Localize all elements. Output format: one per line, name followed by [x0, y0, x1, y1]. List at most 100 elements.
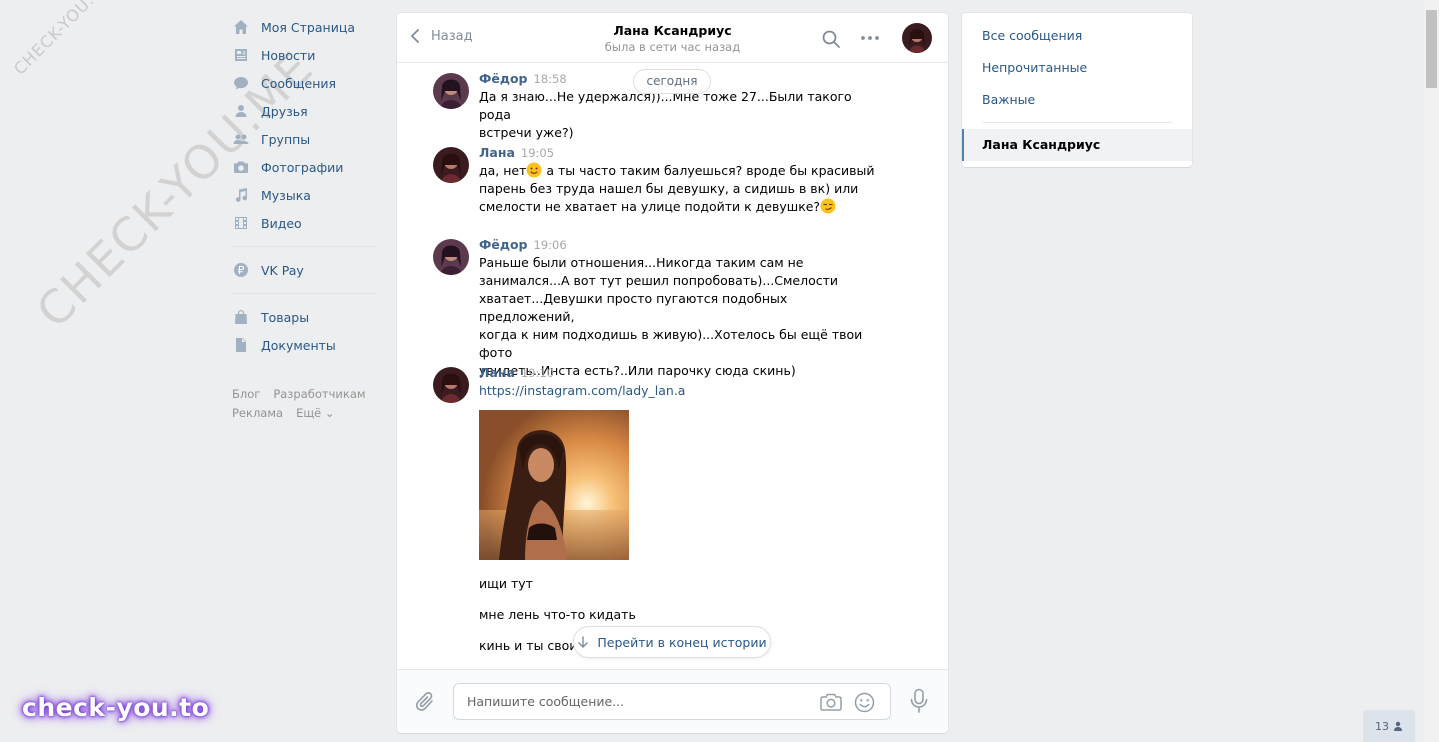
- scroll-to-end-label: Перейти в конец истории: [597, 634, 767, 650]
- message-item: Лана 19:05 да, нет а ты часто таким балуе…: [433, 145, 893, 225]
- smile-icon[interactable]: [854, 692, 875, 713]
- scroll-to-end-button[interactable]: Перейти в конец истории: [573, 626, 771, 658]
- bag-icon: [232, 309, 249, 326]
- message-photo[interactable]: [479, 410, 629, 560]
- news-icon: [232, 47, 249, 64]
- menu-divider: [232, 246, 375, 247]
- avatar[interactable]: [433, 73, 469, 109]
- footer-link-developers[interactable]: Разработчикам: [273, 387, 365, 401]
- music-icon: [232, 187, 249, 204]
- filter-all-messages[interactable]: Все сообщения: [982, 28, 1082, 43]
- message-line: смелости не хватает на улице подойти к д…: [479, 198, 879, 216]
- message-time[interactable]: 19:10: [521, 366, 554, 380]
- menu-label: Сообщения: [261, 75, 337, 91]
- message-text: Раньше были отношения...Никогда таким са…: [479, 254, 879, 380]
- active-conversation-label: Лана Ксандриус: [982, 137, 1101, 152]
- message-link[interactable]: https://instagram.com/lady_lan.a: [479, 382, 879, 400]
- scrollbar-thumb[interactable]: [1426, 10, 1437, 88]
- menu-item-vk-pay[interactable]: VK Pay: [230, 256, 376, 284]
- filter-important[interactable]: Важные: [982, 92, 1035, 107]
- filter-unread[interactable]: Непрочитанные: [982, 60, 1087, 75]
- message-time[interactable]: 18:58: [534, 72, 567, 86]
- left-menu: Моя Страница Новости Сообщения Друзья Гр…: [230, 13, 376, 423]
- online-friends-counter[interactable]: 13: [1363, 710, 1415, 742]
- menu-label: Новости: [261, 47, 316, 63]
- menu-label: Фотографии: [261, 159, 344, 175]
- camera-icon: [232, 159, 249, 176]
- menu-label: Видео: [261, 215, 302, 231]
- message-line: парень без труда нашел бы девушку, а сид…: [479, 181, 859, 196]
- menu-label: Друзья: [261, 103, 308, 119]
- avatar[interactable]: [433, 147, 469, 183]
- camera-icon[interactable]: [820, 692, 842, 712]
- message-fragment: а ты часто таким балуешься? вроде бы кра…: [542, 163, 875, 178]
- menu-item-messages[interactable]: Сообщения: [230, 69, 376, 97]
- person-icon: [1394, 721, 1402, 731]
- message-author[interactable]: Лана: [479, 145, 515, 160]
- menu-item-my-page[interactable]: Моя Страница: [230, 13, 376, 41]
- avatar[interactable]: [902, 23, 932, 53]
- paperclip-icon[interactable]: [415, 690, 437, 714]
- menu-label: Группы: [261, 131, 311, 147]
- panel-divider: [982, 122, 1172, 123]
- menu-item-friends[interactable]: Друзья: [230, 97, 376, 125]
- message-item: Лана 19:10 https://instagram.com/lady_lan…: [433, 365, 893, 665]
- menu-item-groups[interactable]: Группы: [230, 125, 376, 153]
- message-author[interactable]: Лана: [479, 365, 515, 380]
- message-composer: [397, 669, 948, 733]
- message-line: занимался...А вот тут решил попробовать)…: [479, 273, 839, 288]
- menu-item-music[interactable]: Музыка: [230, 181, 376, 209]
- menu-item-documents[interactable]: Документы: [230, 331, 376, 359]
- document-icon: [232, 337, 249, 354]
- smirking-emoji-icon: [820, 198, 836, 214]
- message-text: Да я знаю...Не удержался))...Мне тоже 27…: [479, 88, 879, 142]
- message-time[interactable]: 19:05: [521, 146, 554, 160]
- message-fragment: смелости не хватает на улице подойти к д…: [479, 199, 821, 214]
- home-icon: [232, 19, 249, 36]
- friends-icon: [232, 103, 249, 120]
- menu-item-goods[interactable]: Товары: [230, 303, 376, 331]
- message-input-box: [453, 683, 891, 720]
- chat-header: Назад Лана Ксандриус была в сети час наз…: [397, 13, 948, 63]
- smiling-emoji-icon: [526, 162, 542, 178]
- footer-link-ads[interactable]: Реклама: [232, 406, 283, 420]
- avatar[interactable]: [433, 367, 469, 403]
- chat-title-text[interactable]: Лана Ксандриус: [613, 23, 731, 38]
- message-line: мне лень что-то кидать: [479, 607, 636, 622]
- message-line: Раньше были отношения...Никогда таким са…: [479, 255, 804, 270]
- message-fragment: да, нет: [479, 163, 527, 178]
- menu-item-video[interactable]: Видео: [230, 209, 376, 237]
- footer-link-more[interactable]: Ещё ⌄: [296, 406, 334, 420]
- menu-item-news[interactable]: Новости: [230, 41, 376, 69]
- message-list[interactable]: Фёдор 18:58 Да я знаю...Не удержался))...…: [397, 64, 948, 669]
- message-input[interactable]: [454, 684, 794, 719]
- chat-panel: Назад Лана Ксандриус была в сети час наз…: [397, 13, 948, 733]
- message-text: да, нет а ты часто таким балуешься? врод…: [479, 162, 879, 216]
- footer-link-blog[interactable]: Блог: [232, 387, 260, 401]
- search-icon[interactable]: [821, 29, 841, 49]
- menu-divider: [232, 293, 375, 294]
- more-icon[interactable]: [859, 30, 881, 46]
- menu-item-photos[interactable]: Фотографии: [230, 153, 376, 181]
- online-count: 13: [1375, 719, 1389, 733]
- menu-label: Музыка: [261, 187, 311, 203]
- message-line: ищи тут: [479, 576, 533, 591]
- message-author[interactable]: Фёдор: [479, 237, 528, 252]
- menu-label: Документы: [261, 337, 336, 353]
- ruble-icon: [232, 262, 249, 279]
- message-time[interactable]: 19:06: [534, 238, 567, 252]
- avatar[interactable]: [433, 239, 469, 275]
- video-icon: [232, 215, 249, 232]
- arrow-down-icon: [578, 636, 589, 648]
- message-line: когда к ним подходишь в живую)...Хотелос…: [479, 327, 863, 360]
- menu-label: Товары: [261, 309, 310, 325]
- message-item: Фёдор 19:06 Раньше были отношения...Никог…: [433, 237, 893, 378]
- page-scrollbar[interactable]: [1424, 0, 1439, 742]
- menu-label: Моя Страница: [261, 19, 355, 35]
- messages-icon: [232, 75, 249, 92]
- microphone-icon[interactable]: [909, 688, 929, 714]
- active-conversation-item[interactable]: Лана Ксандриус: [962, 129, 1192, 161]
- watermark-small: CHECK-YOU.ME: [10, 0, 117, 79]
- message-line: встречи уже?): [479, 125, 574, 140]
- message-author[interactable]: Фёдор: [479, 71, 528, 86]
